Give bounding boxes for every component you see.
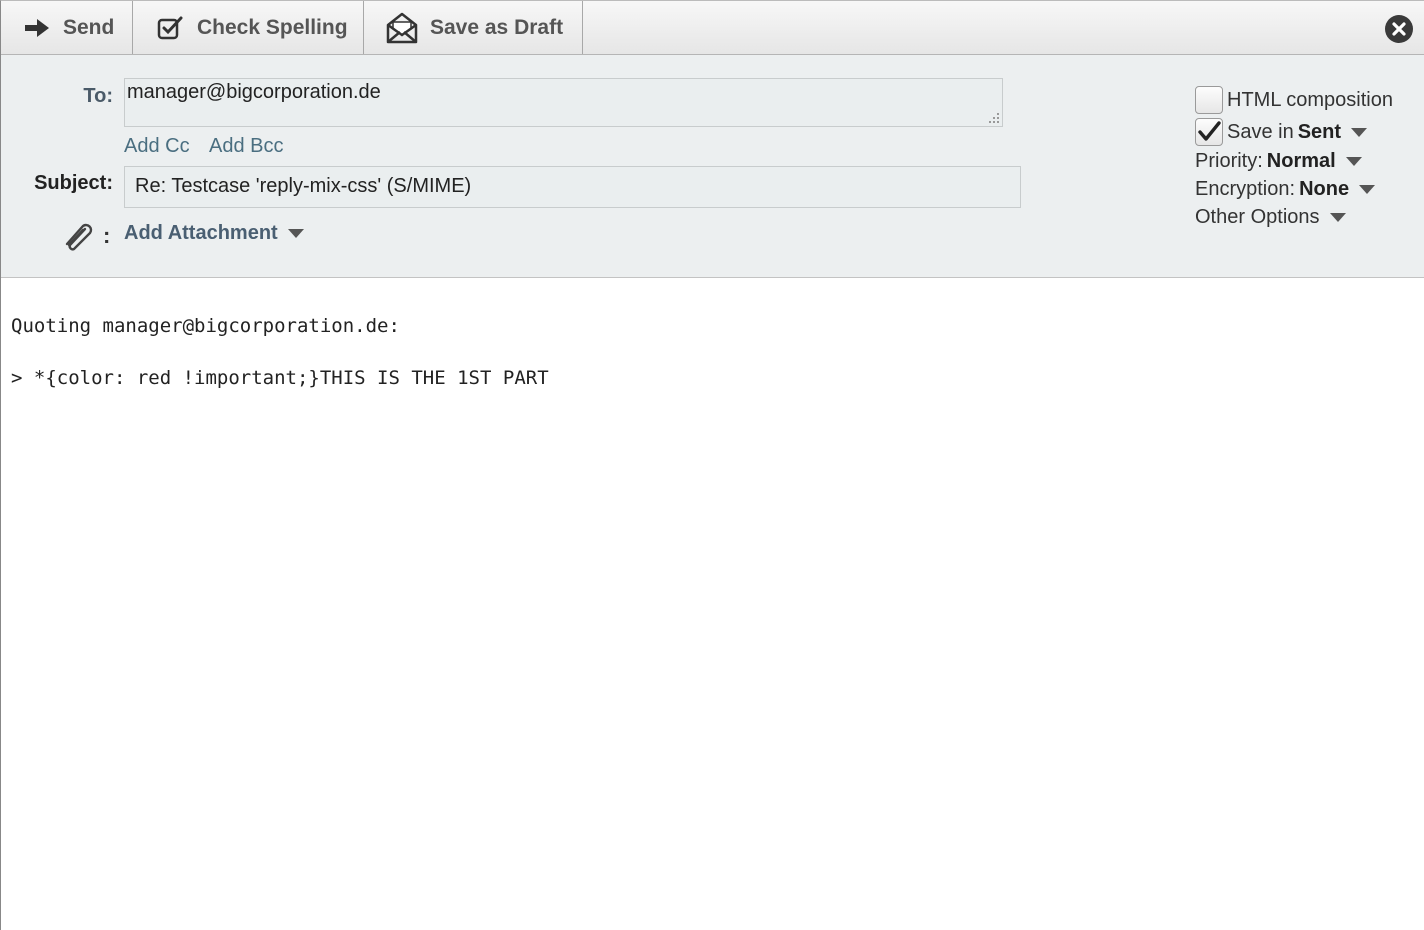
arrow-right-icon [23, 17, 51, 39]
subject-input[interactable]: Re: Testcase 'reply-mix-css' (S/MIME) [124, 166, 1021, 208]
other-options-menu[interactable]: Other Options [1195, 206, 1346, 229]
priority-option[interactable]: Priority: Normal [1195, 150, 1362, 173]
to-value: manager@bigcorporation.de [127, 81, 381, 103]
chevron-down-icon[interactable] [1359, 185, 1376, 194]
chevron-down-icon[interactable] [1329, 213, 1346, 222]
add-cc-link[interactable]: Add Cc [124, 135, 190, 158]
html-composition-label: HTML composition [1227, 88, 1393, 111]
body-line: Quoting manager@bigcorporation.de: [11, 315, 400, 337]
send-button[interactable]: Send [1, 1, 133, 54]
checkmark-icon [1198, 121, 1221, 141]
priority-value: Normal [1266, 150, 1336, 172]
html-composition-option[interactable]: HTML composition [1195, 86, 1393, 114]
to-field[interactable]: manager@bigcorporation.de [124, 78, 1003, 127]
compose-toolbar: Send Check Spelling Save as Draft [1, 1, 1424, 55]
add-attachment-button[interactable]: Add Attachment [124, 222, 304, 245]
check-spelling-label: Check Spelling [197, 15, 348, 39]
subject-value: Re: Testcase 'reply-mix-css' (S/MIME) [135, 175, 472, 197]
message-body-editor[interactable]: Quoting manager@bigcorporation.de: > *{c… [11, 313, 1411, 391]
chevron-down-icon [287, 229, 304, 238]
compose-window: Send Check Spelling Save as Draft To: ma… [0, 0, 1424, 930]
check-square-icon [157, 15, 185, 41]
attach-colon: : [103, 223, 111, 248]
encryption-label: Encryption: [1195, 178, 1296, 200]
add-attachment-label: Add Attachment [124, 222, 278, 244]
close-icon[interactable] [1384, 14, 1414, 44]
resize-grip-icon[interactable] [986, 110, 1000, 124]
save-in-prefix: Save in [1227, 120, 1294, 143]
body-line: > *{color: red !important;}THIS IS THE 1… [11, 367, 549, 389]
chevron-down-icon[interactable] [1345, 157, 1362, 166]
encryption-option[interactable]: Encryption: None [1195, 178, 1376, 201]
other-options-label: Other Options [1195, 206, 1320, 228]
paperclip-icon [65, 223, 93, 251]
html-composition-checkbox[interactable] [1195, 86, 1223, 114]
save-as-draft-label: Save as Draft [430, 15, 564, 39]
save-as-draft-button[interactable]: Save as Draft [364, 1, 583, 54]
check-spelling-button[interactable]: Check Spelling [133, 1, 364, 54]
send-label: Send [63, 15, 115, 39]
envelope-open-icon [386, 12, 418, 44]
add-bcc-link[interactable]: Add Bcc [209, 135, 283, 158]
to-label: To: [83, 85, 113, 107]
save-in-sent-option[interactable]: Save in Sent [1195, 118, 1368, 146]
compose-header: To: manager@bigcorporation.de Add Cc Add… [1, 55, 1424, 278]
chevron-down-icon[interactable] [1351, 127, 1368, 137]
encryption-value: None [1299, 178, 1350, 200]
subject-label: Subject: [34, 172, 113, 194]
body-line [11, 339, 1411, 365]
save-in-sent-checkbox[interactable] [1195, 118, 1223, 146]
save-in-value: Sent [1297, 120, 1342, 143]
priority-label: Priority: [1195, 150, 1263, 172]
